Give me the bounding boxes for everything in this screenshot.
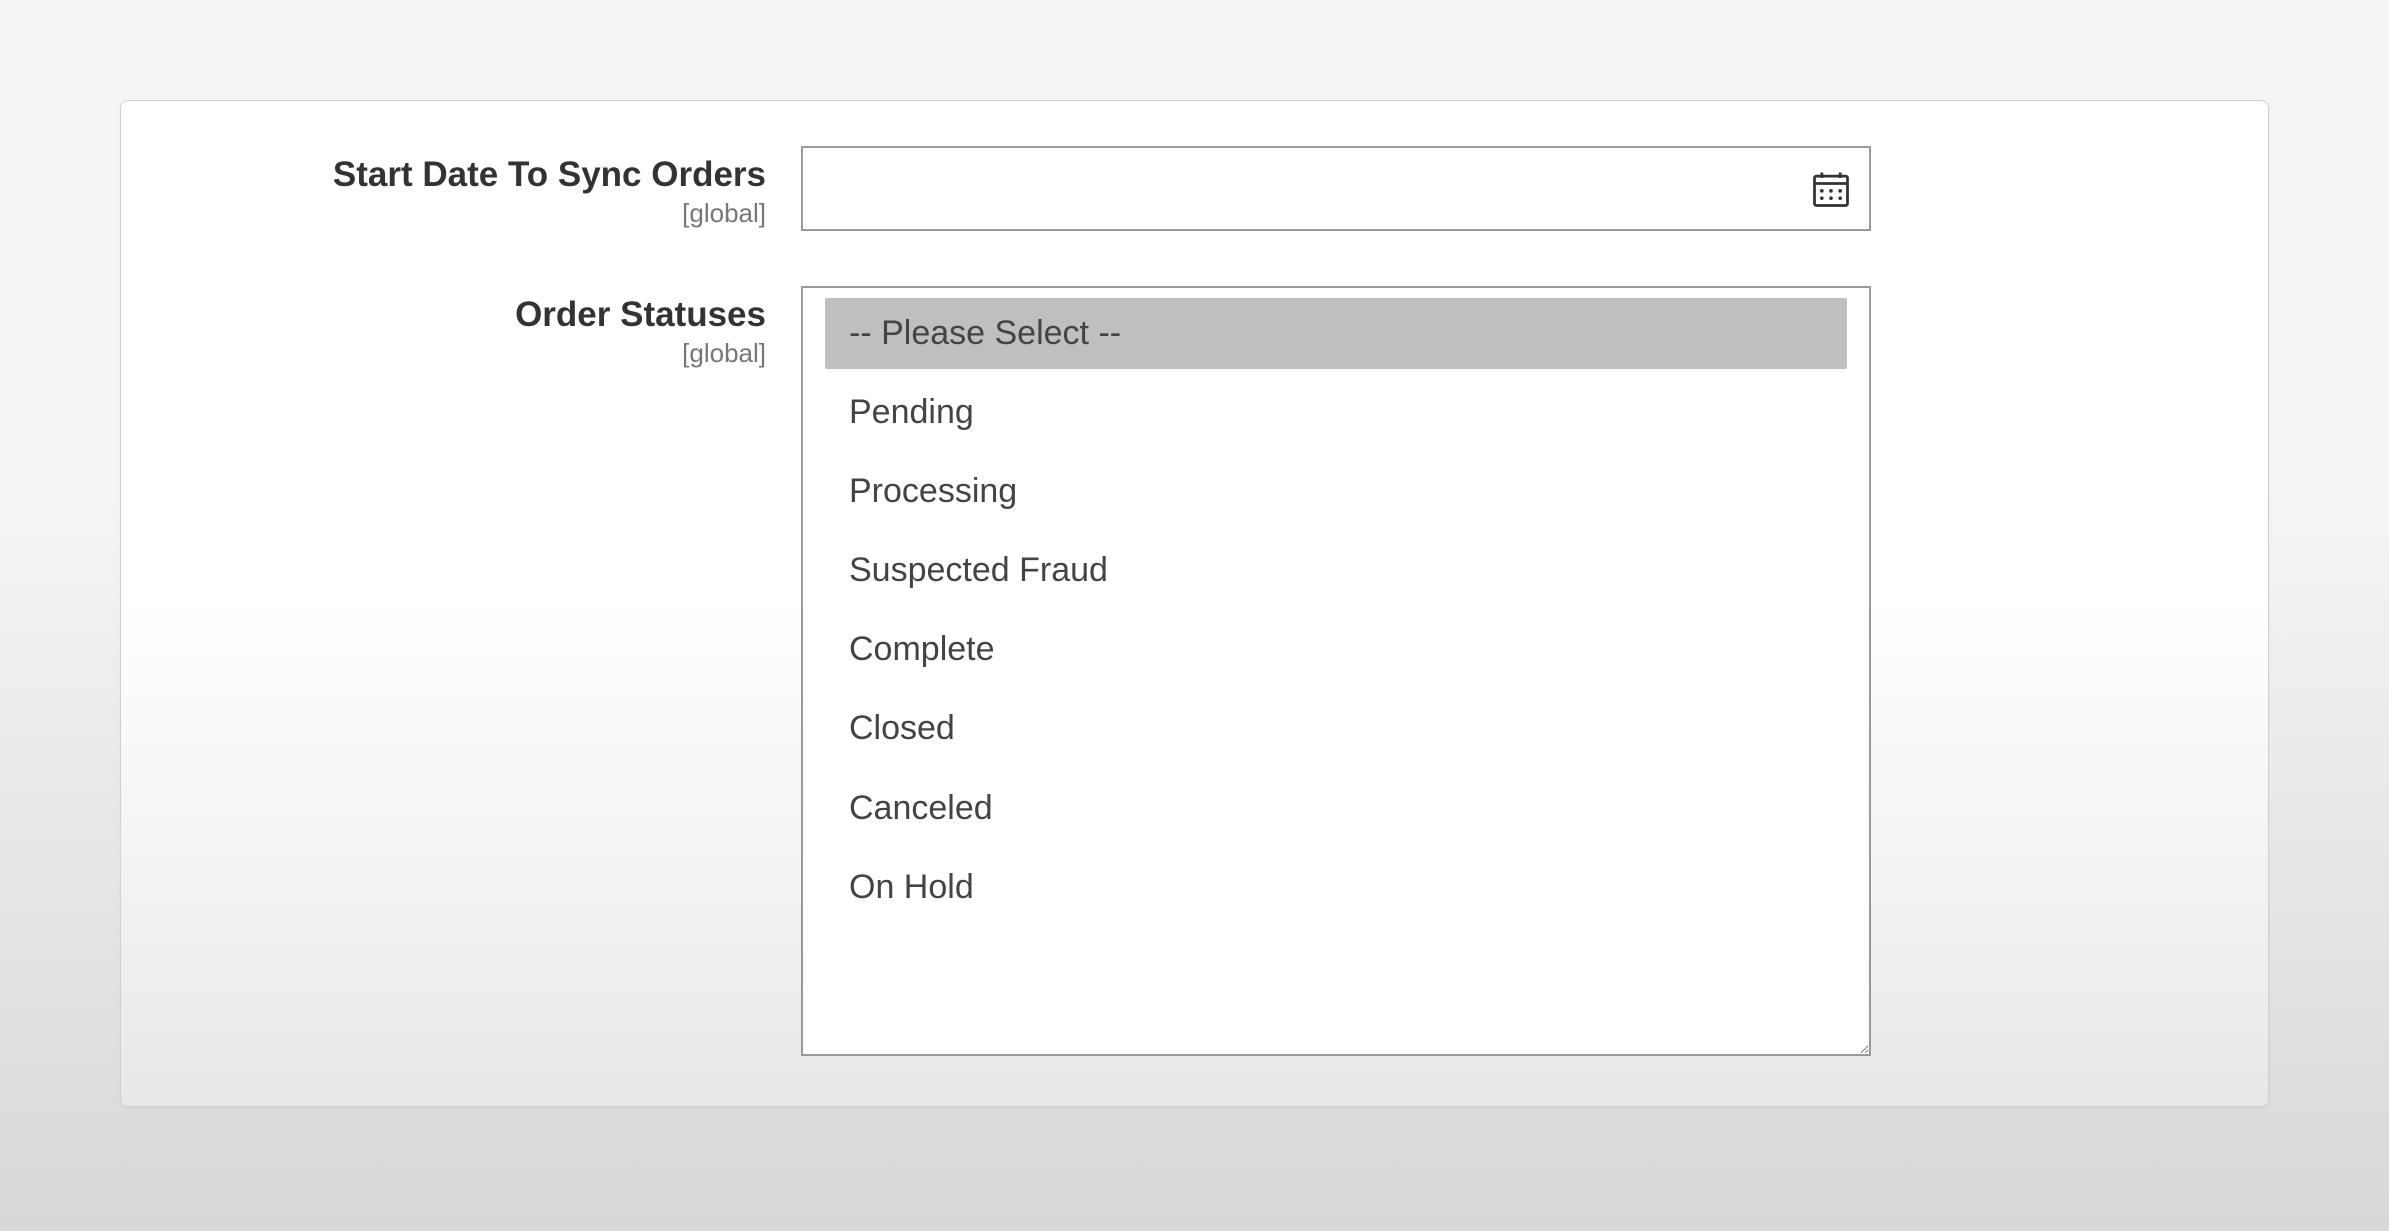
config-panel: Start Date To Sync Orders [global] <box>120 100 2269 1107</box>
status-option[interactable]: Closed <box>825 693 1847 764</box>
order-statuses-input-col: -- Please Select -- Pending Processing Susp… <box>801 286 1871 1056</box>
start-date-scope: [global] <box>181 198 766 229</box>
start-date-input-col <box>801 146 1871 231</box>
start-date-label-col: Start Date To Sync Orders [global] <box>181 146 801 229</box>
order-statuses-field-row: Order Statuses [global] -- Please Select… <box>181 286 2208 1056</box>
status-option[interactable]: Pending <box>825 377 1847 448</box>
start-date-input-wrapper <box>801 146 1871 231</box>
status-option[interactable]: On Hold <box>825 852 1847 923</box>
calendar-icon[interactable] <box>1809 167 1853 211</box>
status-option[interactable]: Canceled <box>825 773 1847 844</box>
order-statuses-label: Order Statuses <box>181 294 766 336</box>
status-option[interactable]: Suspected Fraud <box>825 535 1847 606</box>
status-option[interactable]: Processing <box>825 456 1847 527</box>
start-date-input[interactable] <box>801 146 1871 231</box>
status-option[interactable]: -- Please Select -- <box>825 298 1847 369</box>
start-date-field-row: Start Date To Sync Orders [global] <box>181 146 2208 231</box>
order-statuses-scope: [global] <box>181 338 766 369</box>
start-date-label: Start Date To Sync Orders <box>181 154 766 196</box>
order-statuses-multiselect[interactable]: -- Please Select -- Pending Processing Susp… <box>801 286 1871 1056</box>
status-option[interactable]: Complete <box>825 614 1847 685</box>
order-statuses-label-col: Order Statuses [global] <box>181 286 801 369</box>
